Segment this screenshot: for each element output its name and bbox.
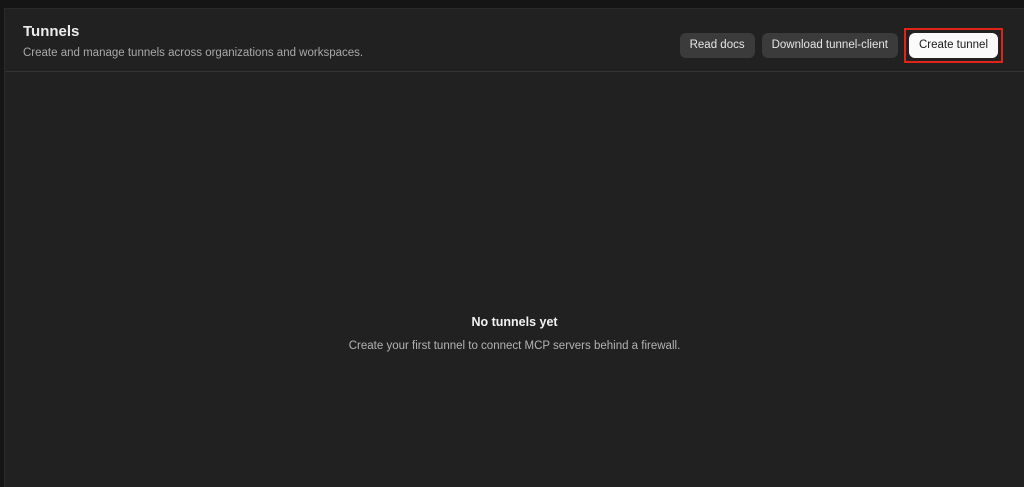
- empty-state: No tunnels yet Create your first tunnel …: [5, 314, 1024, 353]
- download-tunnel-client-button[interactable]: Download tunnel-client: [761, 33, 898, 58]
- page-header: Tunnels Create and manage tunnels across…: [5, 9, 1024, 72]
- header-actions: Read docs Download tunnel-client Create …: [679, 28, 1003, 63]
- empty-state-title: No tunnels yet: [471, 315, 558, 329]
- create-tunnel-button[interactable]: Create tunnel: [908, 33, 998, 58]
- page-subtitle: Create and manage tunnels across organiz…: [23, 47, 364, 59]
- tunnels-panel: Tunnels Create and manage tunnels across…: [4, 8, 1024, 487]
- read-docs-button[interactable]: Read docs: [679, 33, 755, 58]
- page-title: Tunnels: [23, 23, 80, 40]
- empty-state-description: Create your first tunnel to connect MCP …: [348, 340, 681, 352]
- create-tunnel-highlight: Create tunnel: [903, 28, 1003, 63]
